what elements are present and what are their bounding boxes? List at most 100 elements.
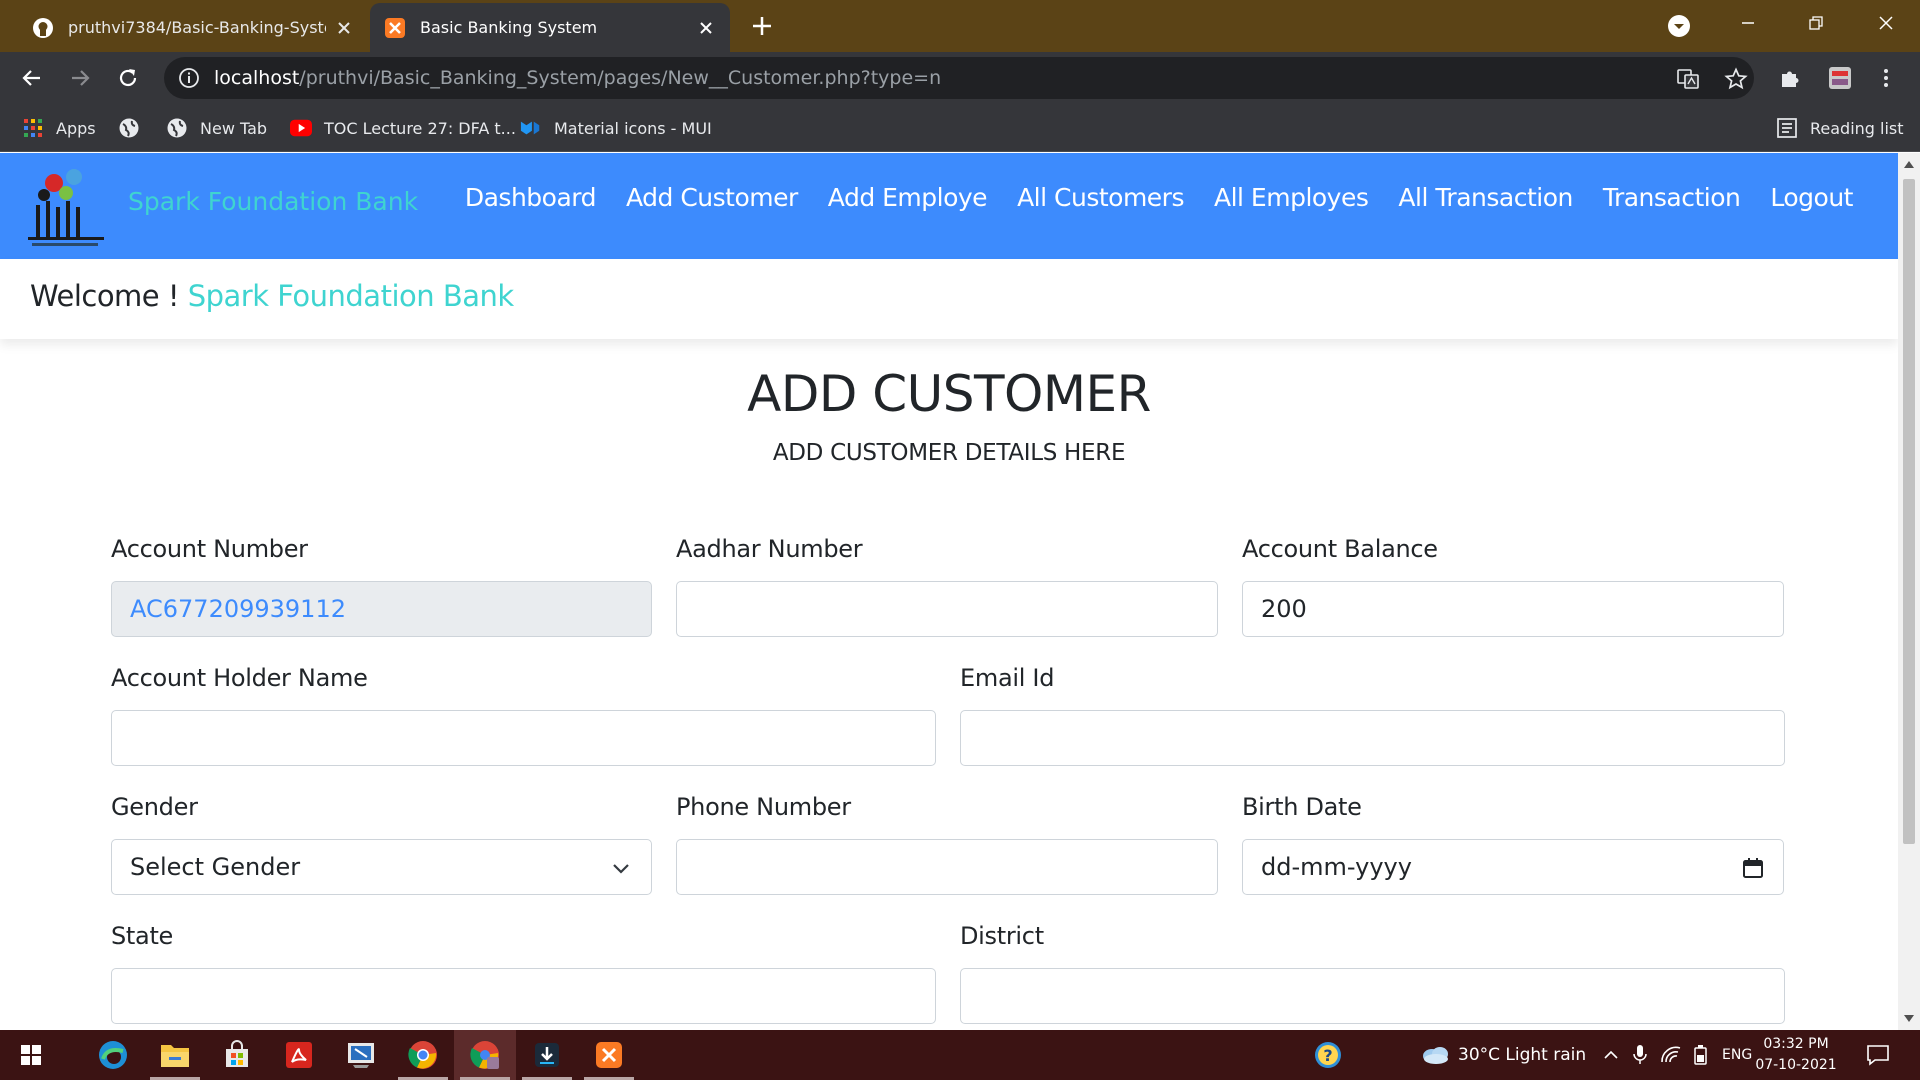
url-path: /pruthvi/Basic_Banking_System/pages/New_… <box>299 67 942 89</box>
battery-icon[interactable] <box>1692 1030 1710 1080</box>
bookmarks-bar: Apps New Tab TOC Lecture 27: DFA t... Ma… <box>0 104 1920 152</box>
reload-icon[interactable] <box>114 64 142 92</box>
weather-widget[interactable]: 30°C Light rain <box>1420 1030 1586 1080</box>
globe-icon <box>166 117 188 139</box>
xampp-icon <box>384 17 406 39</box>
phone-field[interactable] <box>676 839 1218 895</box>
welcome-name: Spark Foundation Bank <box>187 279 514 313</box>
email-field[interactable] <box>960 710 1785 766</box>
svg-text:?: ? <box>1323 1046 1332 1065</box>
cloud-rain-icon <box>1420 1044 1450 1066</box>
tab-close-icon[interactable] <box>696 18 716 38</box>
forward-icon[interactable] <box>66 64 94 92</box>
nav-dashboard[interactable]: Dashboard <box>450 183 611 212</box>
back-icon[interactable] <box>18 64 46 92</box>
welcome-bar: Welcome ! Spark Foundation Bank <box>0 259 1898 339</box>
bookmark-toc-lecture[interactable]: TOC Lecture 27: DFA t... <box>290 114 516 142</box>
scroll-up-arrow[interactable] <box>1904 161 1914 168</box>
file-explorer-icon[interactable] <box>144 1030 206 1080</box>
nav-logout[interactable]: Logout <box>1755 183 1868 212</box>
page-title: ADD CUSTOMER <box>747 365 1151 423</box>
account-balance-value: 200 <box>1261 595 1307 623</box>
xampp-taskbar-icon[interactable] <box>578 1030 640 1080</box>
store-icon[interactable] <box>206 1030 268 1080</box>
phone-label: Phone Number <box>676 793 851 821</box>
nav-add-customer[interactable]: Add Customer <box>611 183 813 212</box>
windows-taskbar: ? 30°C Light rain ENG 03:32 PM 07-10-202… <box>0 1030 1920 1080</box>
new-tab-icon[interactable] <box>748 12 776 40</box>
holder-name-field[interactable] <box>111 710 936 766</box>
address-bar[interactable]: localhost/pruthvi/Basic_Banking_System/p… <box>164 57 1754 99</box>
site-navbar: Spark Foundation Bank Dashboard Add Cust… <box>0 153 1898 259</box>
restore-icon[interactable] <box>1796 8 1836 38</box>
aadhar-number-field[interactable] <box>676 581 1218 637</box>
taskbar-clock[interactable]: 03:32 PM 07-10-2021 <box>1748 1034 1844 1076</box>
district-field[interactable] <box>960 968 1785 1024</box>
url-text: localhost/pruthvi/Basic_Banking_System/p… <box>214 67 941 89</box>
windows-start-icon[interactable] <box>0 1030 62 1080</box>
translate-icon[interactable] <box>1676 67 1700 91</box>
site-brand[interactable]: Spark Foundation Bank <box>128 187 418 216</box>
scroll-down-arrow[interactable] <box>1904 1015 1914 1022</box>
page-scrollbar[interactable] <box>1898 153 1920 1030</box>
state-field[interactable] <box>111 968 936 1024</box>
github-icon <box>32 17 54 39</box>
reading-list[interactable]: Reading list <box>1776 114 1904 142</box>
nav-transaction[interactable]: Transaction <box>1588 183 1756 212</box>
gender-select[interactable]: Select Gender <box>111 839 652 895</box>
gender-value: Select Gender <box>130 853 301 881</box>
menu-kebab-icon[interactable] <box>1872 64 1900 92</box>
snipping-tool-icon[interactable] <box>330 1030 392 1080</box>
tab-search-icon[interactable] <box>1666 13 1692 39</box>
tab-basic-banking[interactable]: Basic Banking System <box>370 3 730 52</box>
bookmark-globe[interactable] <box>118 114 152 142</box>
apps-grid-icon <box>22 117 44 139</box>
email-label: Email Id <box>960 664 1055 692</box>
bookmark-new-tab[interactable]: New Tab <box>166 114 267 142</box>
notification-icon[interactable] <box>1866 1030 1890 1080</box>
main-nav: Dashboard Add Customer Add Employe All C… <box>450 183 1868 212</box>
birth-date-value: dd-mm-yyyy <box>1261 853 1412 881</box>
bookmark-apps[interactable]: Apps <box>22 114 96 142</box>
profile-avatar-icon[interactable] <box>1826 64 1854 92</box>
holder-name-label: Account Holder Name <box>111 664 368 692</box>
tray-chevron-up-icon[interactable] <box>1602 1030 1620 1080</box>
bookmark-label: New Tab <box>200 118 268 138</box>
chrome-icon[interactable] <box>392 1030 454 1080</box>
weather-text: 30°C Light rain <box>1458 1045 1587 1065</box>
account-number-value: AC677209939112 <box>130 595 346 623</box>
vscode-downloader-icon[interactable] <box>516 1030 578 1080</box>
birth-date-field[interactable]: dd-mm-yyyy <box>1242 839 1784 895</box>
calendar-icon[interactable] <box>1741 856 1765 880</box>
chrome-profile-icon[interactable] <box>454 1030 516 1080</box>
nav-all-transaction[interactable]: All Transaction <box>1383 183 1587 212</box>
account-balance-field[interactable]: 200 <box>1242 581 1784 637</box>
clock-time: 03:32 PM <box>1763 1036 1829 1052</box>
nav-add-employe[interactable]: Add Employe <box>813 183 1002 212</box>
bookmark-star-icon[interactable] <box>1724 67 1748 91</box>
scroll-thumb[interactable] <box>1903 179 1915 844</box>
minimize-icon[interactable] <box>1728 8 1768 38</box>
youtube-icon <box>290 117 312 139</box>
reading-list-label: Reading list <box>1810 118 1904 138</box>
aadhar-number-label: Aadhar Number <box>676 535 863 563</box>
reading-list-icon <box>1776 117 1798 139</box>
clock-date: 07-10-2021 <box>1755 1057 1837 1073</box>
extensions-puzzle-icon[interactable] <box>1776 64 1804 92</box>
help-icon[interactable]: ? <box>1312 1030 1344 1080</box>
spark-foundation-logo[interactable] <box>26 165 110 251</box>
nav-all-customers[interactable]: All Customers <box>1002 183 1199 212</box>
tab-github[interactable]: pruthvi7384/Basic-Banking-System- <box>18 3 368 52</box>
tab-close-icon[interactable] <box>334 18 354 38</box>
browser-toolbar: localhost/pruthvi/Basic_Banking_System/p… <box>0 52 1920 104</box>
url-host: localhost <box>214 67 300 89</box>
bookmark-material-icons[interactable]: Material icons - MUI <box>520 114 712 142</box>
window-close-icon[interactable] <box>1866 8 1906 38</box>
edge-icon[interactable] <box>82 1030 144 1080</box>
bookmark-label: TOC Lecture 27: DFA t... <box>324 118 516 138</box>
wifi-icon[interactable] <box>1660 1030 1682 1080</box>
nav-all-employes[interactable]: All Employes <box>1199 183 1383 212</box>
site-info-icon[interactable] <box>178 67 200 89</box>
acrobat-icon[interactable] <box>268 1030 330 1080</box>
microphone-icon[interactable] <box>1632 1030 1648 1080</box>
